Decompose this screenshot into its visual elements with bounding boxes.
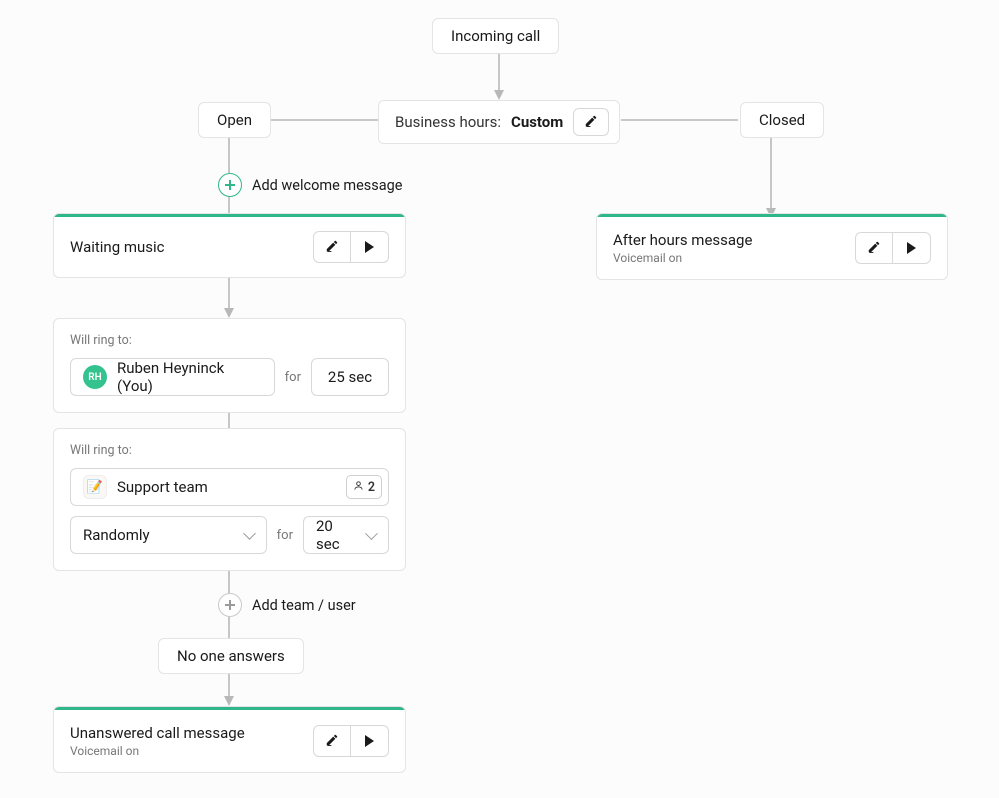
after-hours-title: After hours message — [613, 231, 752, 249]
add-welcome-node: Add welcome message — [218, 173, 402, 197]
node-business-hours: Business hours: Custom — [378, 100, 620, 144]
node-open-branch: Open — [198, 102, 271, 138]
ring1-user-select[interactable]: RH Ruben Heyninck (You) — [70, 358, 275, 396]
edit-business-hours-button[interactable] — [573, 108, 609, 136]
business-hours-value: Custom — [511, 113, 563, 131]
add-team-user-button[interactable] — [218, 593, 242, 617]
play-icon — [907, 242, 916, 254]
chevron-down-icon — [366, 527, 378, 539]
team-icon: 📝 — [83, 475, 107, 499]
pencil-icon — [325, 239, 339, 256]
pencil-icon — [325, 733, 339, 750]
card-ring-to-team: Will ring to: 📝 Support team 2 Randomly … — [53, 428, 406, 571]
panel-waiting-music: Waiting music — [53, 213, 406, 278]
ring2-strategy-select[interactable]: Randomly — [70, 516, 267, 554]
ring2-for-label: for — [277, 528, 293, 543]
ring2-duration-value: 20 sec — [316, 517, 357, 553]
team-member-count-chip: 2 — [346, 475, 382, 499]
ring2-team-select[interactable]: 📝 Support team 2 — [70, 468, 389, 506]
waiting-music-title: Waiting music — [70, 238, 165, 256]
unanswered-title: Unanswered call message — [70, 724, 245, 742]
add-team-user-label: Add team / user — [252, 597, 356, 614]
no-one-answers-label: No one answers — [177, 647, 285, 665]
unanswered-sub: Voicemail on — [70, 744, 245, 758]
pencil-icon — [867, 240, 881, 257]
play-unanswered-button[interactable] — [351, 725, 389, 757]
play-icon — [365, 735, 374, 747]
ring1-label: Will ring to: — [70, 333, 389, 348]
ring1-user-name: Ruben Heyninck (You) — [117, 359, 262, 395]
node-closed-branch: Closed — [740, 102, 824, 138]
ring1-duration-input[interactable]: 25 sec — [311, 358, 389, 396]
ring2-strategy-value: Randomly — [83, 526, 235, 544]
card-ring-to-user: Will ring to: RH Ruben Heyninck (You) fo… — [53, 318, 406, 413]
closed-label: Closed — [759, 111, 805, 129]
edit-unanswered-button[interactable] — [313, 725, 351, 757]
ring2-label: Will ring to: — [70, 443, 389, 458]
ring1-duration-value: 25 sec — [328, 368, 372, 386]
node-incoming-call: Incoming call — [432, 18, 559, 54]
after-hours-sub: Voicemail on — [613, 251, 752, 265]
add-team-user-node: Add team / user — [218, 593, 356, 617]
edit-waiting-music-button[interactable] — [313, 231, 351, 263]
ring2-duration-select[interactable]: 20 sec — [303, 516, 389, 554]
chevron-down-icon — [243, 527, 256, 540]
pencil-icon — [584, 114, 598, 131]
ring2-team-name: Support team — [117, 478, 336, 496]
plus-icon — [225, 600, 235, 610]
edit-after-hours-button[interactable] — [855, 232, 893, 264]
panel-after-hours-message: After hours message Voicemail on — [596, 213, 948, 280]
business-hours-prefix: Business hours: — [395, 113, 501, 131]
plus-icon — [225, 180, 235, 190]
play-waiting-music-button[interactable] — [351, 231, 389, 263]
play-icon — [365, 241, 374, 253]
panel-unanswered-message: Unanswered call message Voicemail on — [53, 706, 406, 773]
node-no-one-answers: No one answers — [158, 638, 304, 674]
add-welcome-button[interactable] — [218, 173, 242, 197]
team-emoji: 📝 — [87, 480, 103, 495]
ring1-for-label: for — [285, 370, 301, 385]
avatar-initials: RH — [88, 372, 101, 383]
open-label: Open — [217, 111, 252, 129]
avatar: RH — [83, 365, 107, 389]
team-member-count: 2 — [368, 480, 375, 495]
play-after-hours-button[interactable] — [893, 232, 931, 264]
incoming-call-label: Incoming call — [451, 27, 540, 45]
person-icon — [353, 480, 364, 495]
add-welcome-label: Add welcome message — [252, 177, 402, 194]
